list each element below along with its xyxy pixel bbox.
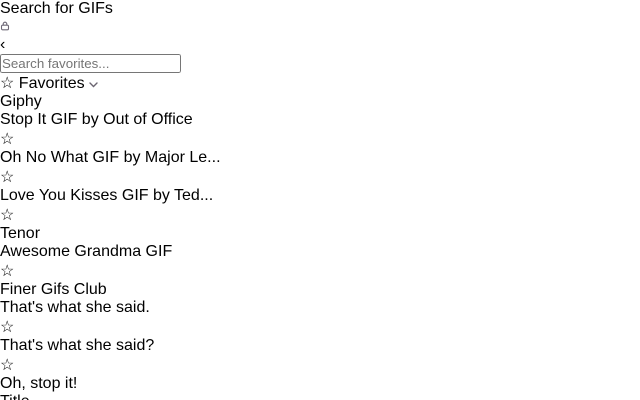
meta-label-title: Title: [0, 393, 640, 400]
section-title-tenor: Tenor: [0, 225, 640, 243]
search-input[interactable]: [0, 54, 181, 73]
favorite-star-icon[interactable]: ☆: [0, 317, 640, 337]
lock-icon: [0, 18, 640, 36]
list-item-thats-what-she-said[interactable]: That's what she said. ☆: [0, 299, 640, 337]
desktop-wallpaper: Search for GIFs ‹ ☆ Favorites: [0, 0, 640, 400]
favorite-star-icon[interactable]: ☆: [0, 261, 640, 281]
chevron-down-icon: [89, 75, 98, 92]
list-item-awesome-grandma[interactable]: Awesome Grandma GIF ☆: [0, 243, 640, 281]
favorites-dropdown[interactable]: ☆ Favorites: [0, 73, 640, 93]
search-bar: ‹ ☆ Favorites: [0, 36, 640, 93]
list-item-stop-it[interactable]: Stop It GIF by Out of Office ☆: [0, 111, 640, 149]
app-title-pill[interactable]: Search for GIFs: [0, 0, 640, 36]
favorite-star-icon[interactable]: ☆: [0, 205, 640, 225]
star-icon: ☆: [0, 75, 14, 92]
favorite-star-icon[interactable]: ☆: [0, 355, 640, 375]
favorites-sidebar: Giphy Stop It GIF by Out of Office ☆ Oh …: [0, 93, 640, 375]
gif-preview-image: Oh, stop it!: [0, 375, 640, 393]
favorite-star-icon[interactable]: ☆: [0, 129, 640, 149]
section-title-giphy: Giphy: [0, 93, 640, 111]
gif-search-window: ‹ ☆ Favorites Giphy Stop It GIF by Out o…: [0, 36, 640, 400]
metadata-labels: Title Width Height Size Source: [0, 393, 640, 400]
list-item-love-you-kisses[interactable]: Love You Kisses GIF by Ted... ☆: [0, 187, 640, 225]
app-title: Search for GIFs: [0, 0, 640, 18]
list-item-thats-what-she-said-2[interactable]: That's what she said? ☆: [0, 337, 640, 375]
list-item-oh-no-what[interactable]: Oh No What GIF by Major Le... ☆: [0, 149, 640, 187]
section-title-finer-gifs-club: Finer Gifs Club: [0, 281, 640, 299]
favorite-star-icon[interactable]: ☆: [0, 167, 640, 187]
detail-panel: Oh, stop it! Title Width Height Size Sou…: [0, 375, 640, 400]
back-button[interactable]: ‹: [0, 36, 640, 54]
favorites-dropdown-label: Favorites: [19, 75, 85, 92]
gif-caption: Oh, stop it!: [0, 375, 640, 393]
